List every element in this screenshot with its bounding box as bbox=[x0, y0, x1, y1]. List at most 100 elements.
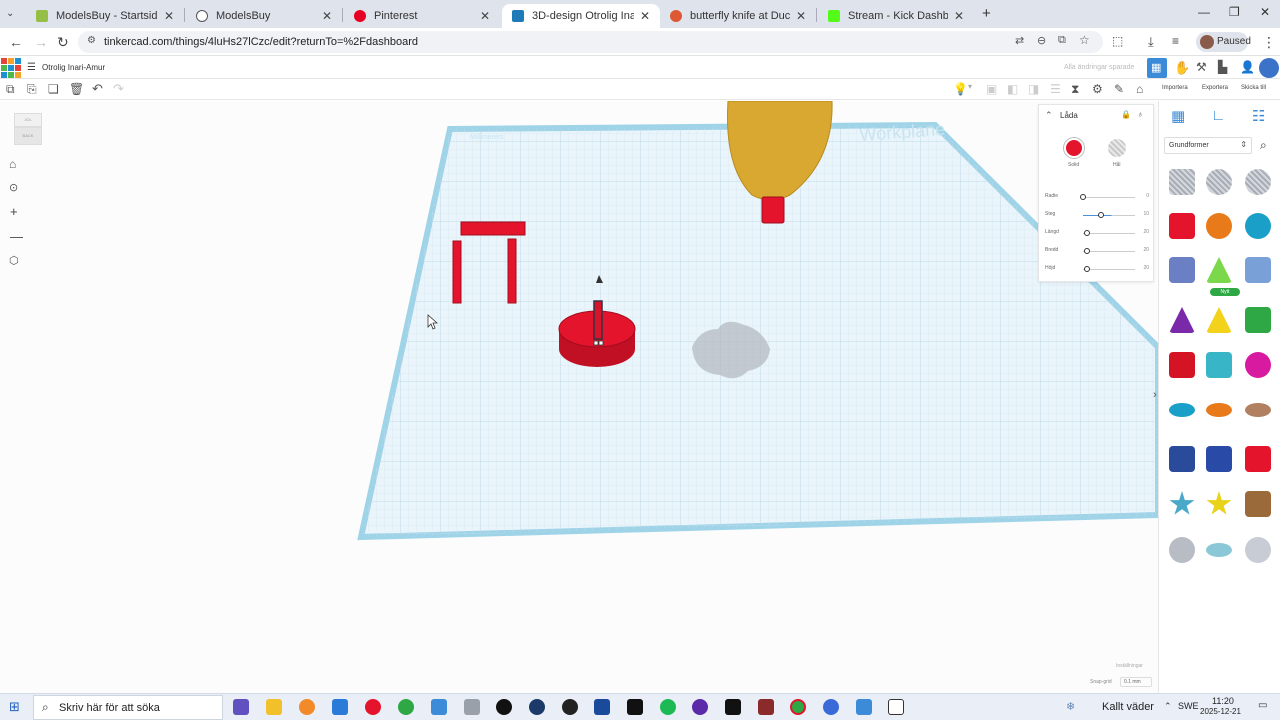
chevron-down-icon[interactable]: ▾ bbox=[968, 82, 972, 91]
app-icon[interactable] bbox=[594, 699, 610, 715]
app-icon[interactable] bbox=[562, 699, 578, 715]
shape-half-sphere-icon[interactable] bbox=[1245, 352, 1271, 378]
perspective-icon[interactable]: ⬡ bbox=[9, 254, 19, 267]
shape-star-flat-icon[interactable] bbox=[1169, 491, 1195, 515]
shape-sphere-striped-icon[interactable] bbox=[1245, 169, 1271, 195]
shape-ring-icon[interactable] bbox=[1245, 403, 1271, 417]
more-menu-icon[interactable]: ⋮ bbox=[1262, 34, 1276, 51]
notes-icon[interactable]: ☷ bbox=[1252, 107, 1265, 125]
export-button[interactable]: Exportera bbox=[1202, 85, 1228, 91]
fit-view-icon[interactable]: ⊙ bbox=[9, 181, 18, 194]
back-arrow-icon[interactable]: ← bbox=[9, 34, 23, 50]
light-bulb-icon[interactable]: 💡 bbox=[953, 82, 968, 96]
slider-track[interactable] bbox=[1083, 197, 1135, 198]
shape-capsule-icon[interactable] bbox=[1206, 543, 1232, 557]
hole-swatch[interactable] bbox=[1108, 139, 1126, 157]
minimize-icon[interactable]: — bbox=[1198, 5, 1210, 19]
view-cube-top[interactable]: JOL bbox=[14, 113, 42, 127]
shape-pyramid-icon[interactable] bbox=[1206, 307, 1232, 333]
url-text[interactable]: tinkercad.com/things/4luHs27lCzc/edit?re… bbox=[104, 36, 418, 48]
browser-tab[interactable]: ModelsBuy ✕ bbox=[186, 4, 342, 28]
zoom-icon[interactable]: ⊖ bbox=[1037, 34, 1046, 47]
shape-heart-box-icon[interactable] bbox=[1245, 491, 1271, 517]
download-icon[interactable]: ⤓ bbox=[1148, 34, 1154, 50]
prop-steps[interactable]: Steg 10 bbox=[1045, 211, 1149, 221]
prop-value[interactable]: 0 bbox=[1146, 193, 1149, 199]
clock-time[interactable]: 11:20 bbox=[1212, 696, 1234, 706]
shape-sphere-icon[interactable] bbox=[1245, 213, 1271, 239]
view-cube-front[interactable]: BACK bbox=[14, 127, 42, 145]
notification-icon[interactable]: ▭ bbox=[1258, 700, 1267, 711]
search-icon[interactable]: ⌕ bbox=[1260, 138, 1267, 153]
align-icon[interactable]: ☰ bbox=[1050, 82, 1061, 96]
shape-ellipsoid-icon[interactable] bbox=[1169, 537, 1195, 563]
red-post-left[interactable] bbox=[452, 240, 462, 304]
unreal-icon[interactable] bbox=[496, 699, 512, 715]
extensions-icon[interactable]: ⬚ bbox=[1112, 34, 1123, 48]
note-icon[interactable]: ▣ bbox=[986, 82, 997, 96]
red-bar-top[interactable] bbox=[460, 221, 526, 236]
close-icon[interactable]: ✕ bbox=[640, 9, 650, 23]
ruler-corner-icon[interactable]: ∟ bbox=[1211, 107, 1226, 124]
panel-collapse-chevron-icon[interactable]: › bbox=[1153, 389, 1157, 401]
shape-hexagonal-prism-icon[interactable] bbox=[1206, 446, 1232, 472]
taskbar-search[interactable]: ⌕ Skriv här för att söka bbox=[33, 695, 223, 720]
opera-icon[interactable] bbox=[365, 699, 381, 715]
slider-track[interactable] bbox=[1083, 251, 1135, 252]
design-name[interactable]: Otrolig Inari-Amur bbox=[42, 63, 105, 72]
redo-icon[interactable]: ↷ bbox=[113, 81, 124, 97]
slider-track[interactable] bbox=[1083, 233, 1135, 234]
slider-track[interactable] bbox=[1083, 269, 1135, 270]
shape-text-shape-icon[interactable] bbox=[1245, 257, 1271, 283]
site-info-icon[interactable]: ⚙ bbox=[87, 35, 96, 46]
import-button[interactable]: Importera bbox=[1162, 85, 1188, 91]
delete-icon[interactable]: 🗑 bbox=[69, 82, 84, 96]
window-close-icon[interactable]: ✕ bbox=[1260, 5, 1270, 19]
app-icon[interactable] bbox=[299, 699, 315, 715]
restore-icon[interactable]: ❐ bbox=[1229, 5, 1240, 19]
tab-list-chevron-icon[interactable]: ⌄ bbox=[6, 8, 14, 19]
shape-cylinder-striped-icon[interactable] bbox=[1206, 169, 1232, 195]
browser-tab[interactable]: butterfly knife at DuckDuckGo ✕ bbox=[660, 4, 816, 28]
shape-roof-icon[interactable] bbox=[1206, 352, 1232, 378]
pickaxe-icon[interactable]: ⚒ bbox=[1196, 60, 1207, 74]
app-icon[interactable] bbox=[627, 699, 643, 715]
prop-value[interactable]: 10 bbox=[1143, 211, 1149, 217]
browser-tab[interactable]: Stream - Kick Dashboard ✕ bbox=[818, 4, 974, 28]
profile-button[interactable]: Paused bbox=[1196, 32, 1251, 52]
close-icon[interactable]: ✕ bbox=[164, 9, 174, 23]
slider-knob[interactable] bbox=[1098, 212, 1104, 218]
steam-icon[interactable] bbox=[529, 699, 545, 715]
user-avatar[interactable] bbox=[1259, 58, 1279, 78]
tray-chevron-icon[interactable]: ⌃ bbox=[1164, 701, 1172, 712]
slider-knob[interactable] bbox=[1084, 266, 1090, 272]
prop-value[interactable]: 20 bbox=[1143, 247, 1149, 253]
language-indicator[interactable]: SWE bbox=[1178, 701, 1199, 711]
close-icon[interactable]: ✕ bbox=[796, 9, 806, 23]
reload-icon[interactable]: ↻ bbox=[57, 34, 69, 51]
chrome-icon[interactable] bbox=[398, 699, 414, 715]
design-list-icon[interactable]: ☰ bbox=[27, 62, 36, 73]
close-icon[interactable]: ✕ bbox=[322, 9, 332, 23]
duplicate-icon[interactable]: ❏ bbox=[48, 82, 59, 96]
solid-color-swatch[interactable] bbox=[1064, 138, 1084, 158]
app-icon[interactable] bbox=[464, 699, 480, 715]
light-bulb-icon[interactable]: ♁ bbox=[1137, 109, 1144, 119]
prop-radius[interactable]: Radie 0 bbox=[1045, 193, 1149, 203]
mirror-icon[interactable]: ⧗ bbox=[1071, 82, 1079, 97]
zoom-out-icon[interactable]: — bbox=[10, 229, 23, 244]
shape-torus-icon[interactable] bbox=[1169, 403, 1195, 417]
chrome-active-icon[interactable] bbox=[790, 699, 806, 715]
forward-arrow-icon[interactable]: → bbox=[34, 34, 48, 50]
snap-grid-select[interactable]: 0.1 mm bbox=[1120, 677, 1152, 687]
ruler-icon[interactable]: ✎ bbox=[1114, 82, 1124, 96]
shape-box-striped-icon[interactable] bbox=[1169, 169, 1195, 195]
shape-category-select[interactable]: Grundformer ⇕ bbox=[1164, 137, 1252, 154]
shape-star-icon[interactable] bbox=[1206, 491, 1232, 515]
tinkercad-logo[interactable] bbox=[1, 58, 21, 78]
app-icon[interactable] bbox=[758, 699, 774, 715]
paste-icon[interactable]: ⎘ bbox=[27, 82, 37, 97]
add-user-icon[interactable]: 👤 bbox=[1240, 60, 1255, 74]
shape-scribble-icon[interactable] bbox=[1169, 257, 1195, 283]
slider-knob[interactable] bbox=[1084, 248, 1090, 254]
